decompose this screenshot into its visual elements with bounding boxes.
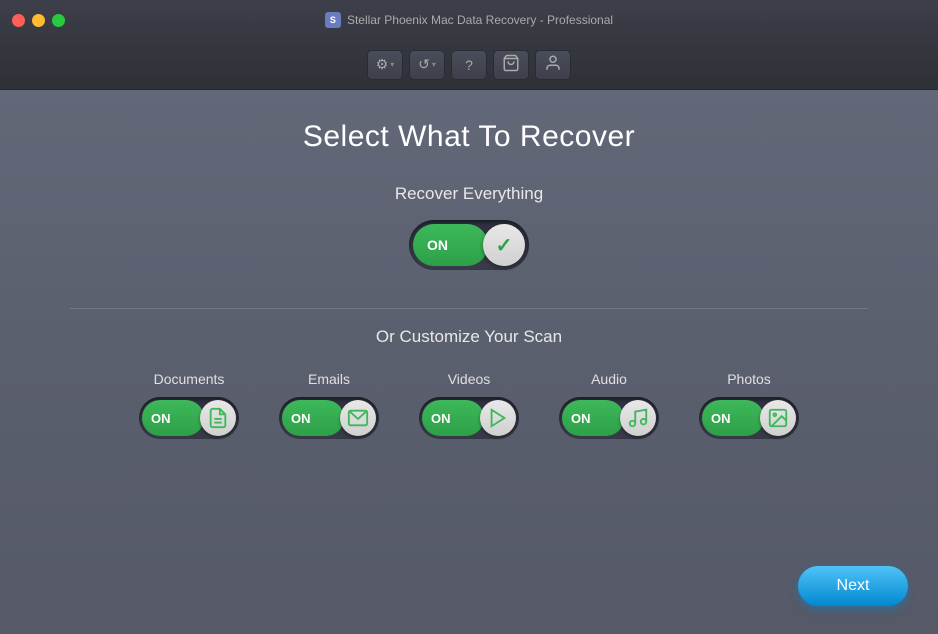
- category-emails: Emails ON: [279, 371, 379, 439]
- audio-toggle-knob: [620, 400, 656, 436]
- close-button[interactable]: [12, 14, 25, 27]
- emails-label: Emails: [308, 371, 350, 387]
- app-title: S Stellar Phoenix Mac Data Recovery - Pr…: [325, 12, 613, 28]
- emails-toggle-knob: [340, 400, 376, 436]
- photos-toggle-label: ON: [711, 411, 731, 426]
- history-icon: ↺: [418, 56, 430, 73]
- categories-container: Documents ON Emails ON: [139, 371, 799, 439]
- category-audio: Audio ON: [559, 371, 659, 439]
- recover-everything-toggle[interactable]: ON ✓: [409, 220, 529, 270]
- recover-everything-section: Recover Everything ON ✓: [395, 184, 543, 270]
- account-button[interactable]: [535, 50, 571, 80]
- photo-icon: [767, 407, 789, 429]
- title-text: Stellar Phoenix Mac Data Recovery - Prof…: [347, 13, 613, 27]
- document-icon: [207, 407, 229, 429]
- videos-toggle[interactable]: ON: [419, 397, 519, 439]
- emails-toggle[interactable]: ON: [279, 397, 379, 439]
- toggle-track: [413, 224, 488, 266]
- history-button[interactable]: ↺ ▾: [409, 50, 445, 80]
- cart-icon: [502, 54, 520, 75]
- account-icon: [544, 54, 562, 75]
- toggle-on-label: ON: [427, 237, 448, 253]
- photos-toggle-knob: [760, 400, 796, 436]
- toolbar: ⚙ ▾ ↺ ▾ ?: [0, 40, 938, 90]
- audio-toggle[interactable]: ON: [559, 397, 659, 439]
- cart-button[interactable]: [493, 50, 529, 80]
- main-content: Select What To Recover Recover Everythin…: [0, 90, 938, 634]
- settings-arrow-icon: ▾: [390, 60, 394, 69]
- toggle-knob: ✓: [483, 224, 525, 266]
- videos-toggle-knob: [480, 400, 516, 436]
- photos-toggle[interactable]: ON: [699, 397, 799, 439]
- documents-label: Documents: [154, 371, 225, 387]
- minimize-button[interactable]: [32, 14, 45, 27]
- audio-toggle-label: ON: [571, 411, 591, 426]
- email-icon: [347, 407, 369, 429]
- customize-label: Or Customize Your Scan: [376, 327, 562, 347]
- history-arrow-icon: ▾: [432, 60, 436, 69]
- settings-icon: ⚙: [376, 56, 389, 73]
- recover-everything-label: Recover Everything: [395, 184, 543, 204]
- section-divider: [70, 308, 867, 309]
- checkmark-icon: ✓: [496, 233, 513, 258]
- documents-toggle-label: ON: [151, 411, 171, 426]
- category-documents: Documents ON: [139, 371, 239, 439]
- help-button[interactable]: ?: [451, 50, 487, 80]
- category-videos: Videos ON: [419, 371, 519, 439]
- window-controls: [12, 14, 65, 27]
- emails-toggle-label: ON: [291, 411, 311, 426]
- app-logo: S: [325, 12, 341, 28]
- video-icon: [487, 407, 509, 429]
- audio-icon: [627, 407, 649, 429]
- documents-toggle[interactable]: ON: [139, 397, 239, 439]
- help-icon: ?: [465, 57, 473, 73]
- videos-label: Videos: [448, 371, 491, 387]
- next-button[interactable]: Next: [798, 566, 908, 606]
- maximize-button[interactable]: [52, 14, 65, 27]
- videos-toggle-label: ON: [431, 411, 451, 426]
- category-photos: Photos ON: [699, 371, 799, 439]
- settings-button[interactable]: ⚙ ▾: [367, 50, 403, 80]
- documents-toggle-knob: [200, 400, 236, 436]
- photos-label: Photos: [727, 371, 771, 387]
- page-title: Select What To Recover: [303, 120, 635, 154]
- audio-label: Audio: [591, 371, 627, 387]
- titlebar: S Stellar Phoenix Mac Data Recovery - Pr…: [0, 0, 938, 40]
